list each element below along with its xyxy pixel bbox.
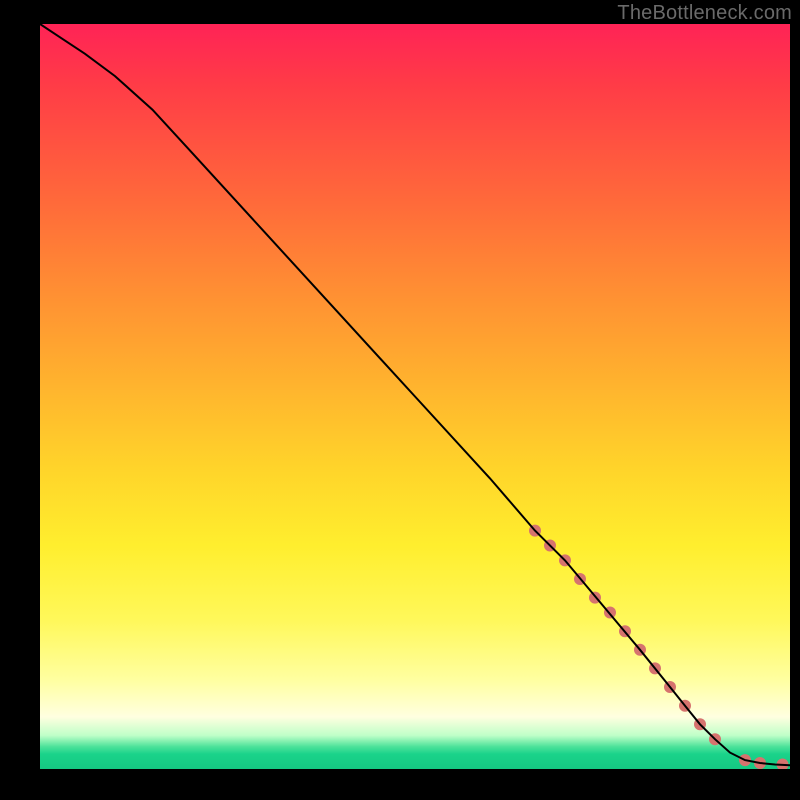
highlight-dots-group: [529, 525, 789, 769]
bottleneck-curve: [40, 24, 790, 765]
curve-layer: [40, 24, 790, 769]
plot-area: [40, 24, 790, 769]
watermark-text: TheBottleneck.com: [617, 2, 792, 25]
chart-frame: TheBottleneck.com: [0, 0, 800, 800]
